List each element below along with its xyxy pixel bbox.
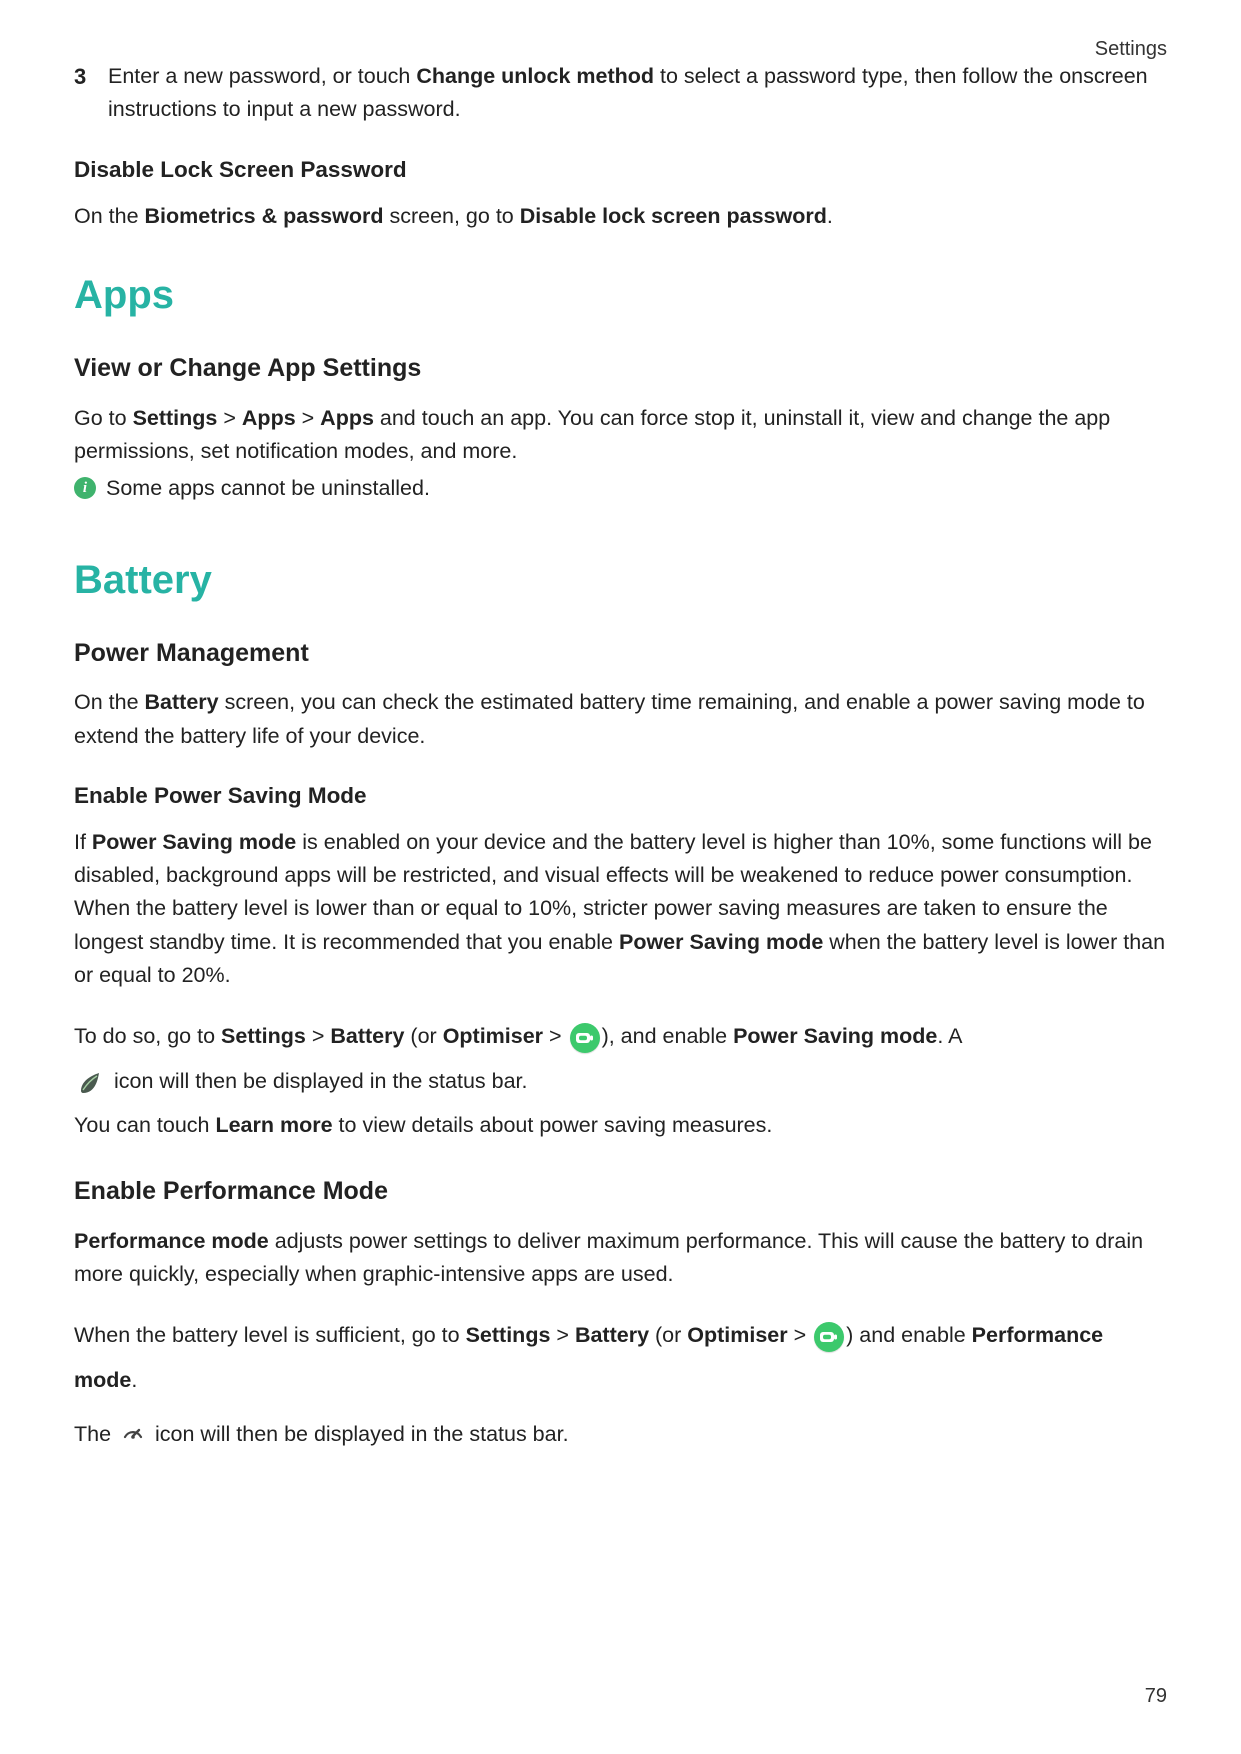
heading-enable-performance: Enable Performance Mode [74, 1172, 1167, 1211]
perf2-dot: . [131, 1368, 137, 1392]
performance-icon [118, 1420, 148, 1450]
perf2-optimiser: Optimiser [687, 1323, 787, 1347]
eps2-settings: Settings [221, 1024, 306, 1048]
apps-paragraph: Go to Settings > Apps > Apps and touch a… [74, 402, 1167, 469]
eps-psm-bold-1: Power Saving mode [92, 830, 296, 854]
eps4-learn: Learn more [215, 1113, 332, 1137]
eps-a: If [74, 830, 92, 854]
pm-battery-bold: Battery [145, 690, 219, 714]
perf3-b: icon will then be displayed in the statu… [155, 1422, 569, 1446]
perf2-close: ) and enable [846, 1323, 972, 1347]
eps2-gt2: > [543, 1024, 568, 1048]
power-management-paragraph: On the Battery screen, you can check the… [74, 686, 1167, 753]
optimiser-battery-icon [570, 1023, 600, 1053]
eps-paragraph-2: To do so, go to Settings > Battery (or O… [74, 1014, 1167, 1104]
info-icon: i [74, 477, 96, 499]
step-text-part-1: Enter a new password, or touch [108, 64, 416, 88]
perf-paragraph-3: The icon will then be displayed in the s… [74, 1418, 1167, 1451]
perf2-gt2: > [788, 1323, 813, 1347]
eps2-a: To do so, go to [74, 1024, 221, 1048]
perf2-gt1: > [550, 1323, 575, 1347]
eps-psm-bold-2: Power Saving mode [619, 930, 823, 954]
leaf-icon [74, 1068, 104, 1098]
eps2-gt1: > [306, 1024, 331, 1048]
section-title-battery: Battery [74, 556, 1167, 604]
perf1-pm-bold: Performance mode [74, 1229, 269, 1253]
heading-power-management: Power Management [74, 634, 1167, 673]
perf3-a: The [74, 1422, 117, 1446]
eps2-psm: Power Saving mode [733, 1024, 937, 1048]
step-3: 3 Enter a new password, or touch Change … [74, 60, 1167, 127]
heading-disable-lock: Disable Lock Screen Password [74, 153, 1167, 188]
eps2-optimiser: Optimiser [443, 1024, 543, 1048]
eps2-close: ), and enable [602, 1024, 734, 1048]
section-title-apps: Apps [74, 271, 1167, 319]
disable-lock-c: . [827, 204, 833, 228]
eps2-or: (or [404, 1024, 442, 1048]
perf-paragraph-1: Performance mode adjusts power settings … [74, 1225, 1167, 1292]
pm-c: screen, you can check the estimated batt… [74, 690, 1145, 747]
apps-settings-bold: Settings [133, 406, 218, 430]
eps2-dot-a: . A [937, 1024, 962, 1048]
eps3: icon will then be displayed in the statu… [108, 1069, 528, 1093]
page-number: 79 [1145, 1681, 1167, 1712]
heading-view-change-app: View or Change App Settings [74, 349, 1167, 388]
perf-paragraph-2: When the battery level is sufficient, go… [74, 1313, 1167, 1403]
heading-enable-power-saving: Enable Power Saving Mode [74, 779, 1167, 814]
pm-a: On the [74, 690, 145, 714]
disable-lock-bold-b: Disable lock screen password [520, 204, 827, 228]
eps4-a: You can touch [74, 1113, 215, 1137]
perf2-settings: Settings [466, 1323, 551, 1347]
apps-gt2: > [296, 406, 321, 430]
disable-lock-a: On the [74, 204, 145, 228]
eps-paragraph-4: You can touch Learn more to view details… [74, 1109, 1167, 1142]
perf2-or: (or [649, 1323, 687, 1347]
optimiser-battery-icon-2 [814, 1322, 844, 1352]
apps-note-row: i Some apps cannot be uninstalled. [74, 472, 1167, 505]
step-bold-1: Change unlock method [416, 64, 654, 88]
disable-lock-bold-a: Biometrics & password [145, 204, 384, 228]
disable-lock-line: On the Biometrics & password screen, go … [74, 200, 1167, 233]
perf2-battery: Battery [575, 1323, 649, 1347]
perf2-a: When the battery level is sufficient, go… [74, 1323, 466, 1347]
apps-gt1: > [217, 406, 242, 430]
apps-p1a: Go to [74, 406, 133, 430]
eps2-battery: Battery [330, 1024, 404, 1048]
step-number: 3 [74, 60, 86, 94]
apps-apps-bold-2: Apps [320, 406, 374, 430]
apps-apps-bold-1: Apps [242, 406, 296, 430]
disable-lock-b: screen, go to [383, 204, 519, 228]
apps-note-text: Some apps cannot be uninstalled. [106, 472, 430, 505]
eps4-b: to view details about power saving measu… [333, 1113, 773, 1137]
eps-paragraph-1: If Power Saving mode is enabled on your … [74, 826, 1167, 993]
